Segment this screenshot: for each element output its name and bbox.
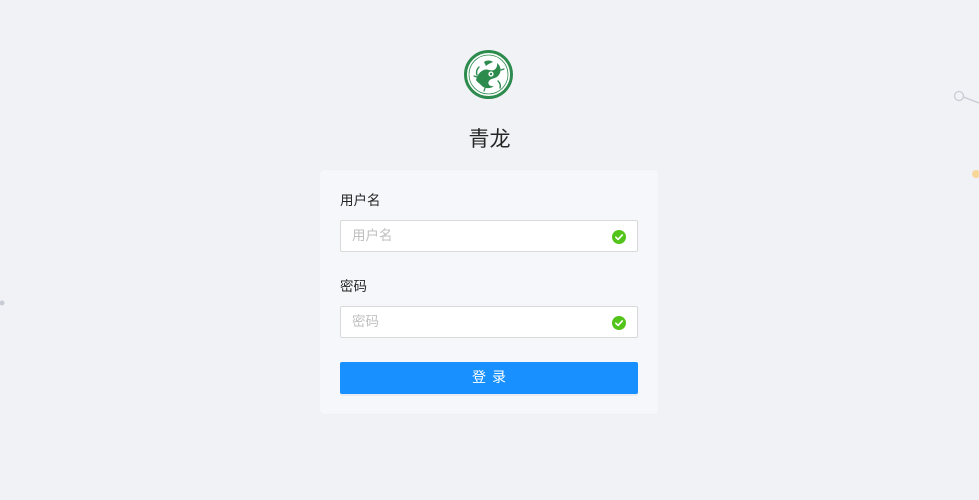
decor-node-line xyxy=(963,96,979,104)
password-input[interactable] xyxy=(341,307,620,337)
login-button[interactable]: 登录 xyxy=(340,362,638,394)
check-circle-icon xyxy=(612,315,626,330)
check-circle-icon xyxy=(612,229,626,244)
username-label: 用户名 xyxy=(340,193,381,209)
login-form-card: 用户名 密码 登录 xyxy=(320,170,658,414)
app-title: 青龙 xyxy=(468,127,511,151)
decor-dot-gray xyxy=(0,300,5,306)
password-field-wrapper[interactable] xyxy=(340,306,638,338)
decor-dot-yellow xyxy=(972,170,979,178)
username-field-wrapper[interactable] xyxy=(340,220,638,252)
login-button-label: 登录 xyxy=(472,370,512,386)
decor-node-circle xyxy=(953,90,965,102)
logo-icon xyxy=(464,50,513,99)
username-input[interactable] xyxy=(341,221,620,251)
password-label: 密码 xyxy=(340,279,367,295)
